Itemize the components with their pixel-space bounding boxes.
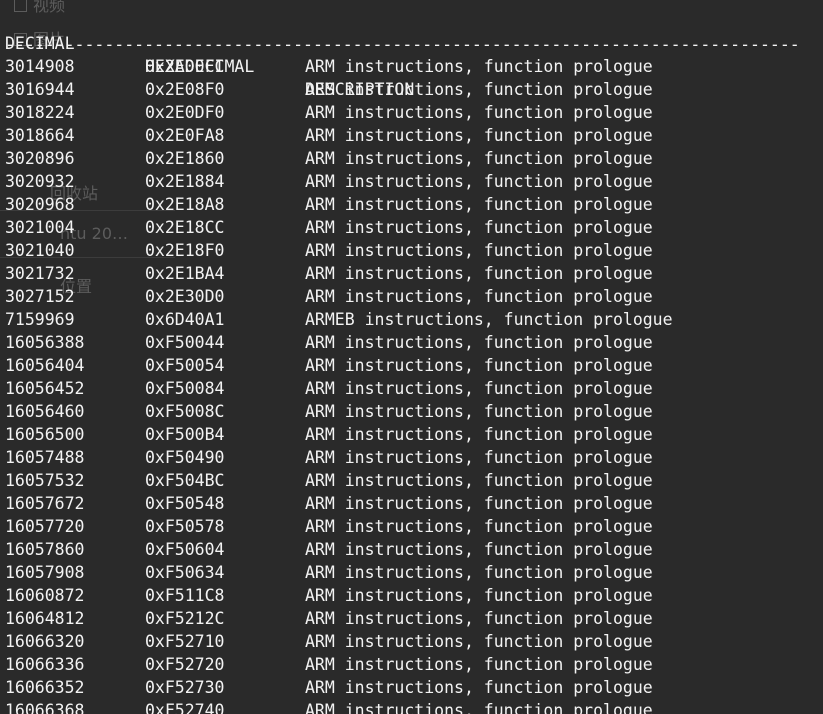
cell-hexadecimal: 0xF52710	[145, 632, 225, 651]
cell-hexadecimal: 0xF50578	[145, 517, 225, 536]
cell-hexadecimal: 0xF52730	[145, 678, 225, 697]
cell-description: ARM instructions, function prologue	[305, 172, 653, 191]
cell-description: ARM instructions, function prologue	[305, 287, 653, 306]
cell-description: ARM instructions, function prologue	[305, 218, 653, 237]
cell-description: ARM instructions, function prologue	[305, 678, 653, 697]
cell-description: ARM instructions, function prologue	[305, 517, 653, 536]
cell-description: ARM instructions, function prologue	[305, 540, 653, 559]
cell-description: ARM instructions, function prologue	[305, 195, 653, 214]
cell-hexadecimal: 0xF511C8	[145, 586, 225, 605]
cell-decimal: 3020932	[5, 172, 75, 191]
cell-hexadecimal: 0x2E18F0	[145, 241, 225, 260]
cell-decimal: 3021004	[5, 218, 75, 237]
cell-description: ARM instructions, function prologue	[305, 356, 653, 375]
cell-decimal: 3020896	[5, 149, 75, 168]
cell-description: ARM instructions, function prologue	[305, 80, 653, 99]
cell-description: ARM instructions, function prologue	[305, 494, 653, 513]
cell-hexadecimal: 0xF50044	[145, 333, 225, 352]
cell-decimal: 16066368	[5, 701, 85, 714]
cell-description: ARM instructions, function prologue	[305, 149, 653, 168]
cell-decimal: 3014908	[5, 57, 75, 76]
cell-decimal: 16057532	[5, 471, 85, 490]
cell-hexadecimal: 0xF50548	[145, 494, 225, 513]
cell-decimal: 3016944	[5, 80, 75, 99]
cell-decimal: 16056460	[5, 402, 85, 421]
cell-hexadecimal: 0x6D40A1	[145, 310, 225, 329]
cell-decimal: 16056388	[5, 333, 85, 352]
cell-decimal: 16056452	[5, 379, 85, 398]
cell-decimal: 7159969	[5, 310, 75, 329]
cell-decimal: 16064812	[5, 609, 85, 628]
cell-description: ARM instructions, function prologue	[305, 264, 653, 283]
cell-decimal: 16066336	[5, 655, 85, 674]
cell-decimal: 3020968	[5, 195, 75, 214]
cell-hexadecimal: 0xF50054	[145, 356, 225, 375]
cell-description: ARM instructions, function prologue	[305, 57, 653, 76]
cell-decimal: 3027152	[5, 287, 75, 306]
cell-decimal: 3018664	[5, 126, 75, 145]
cell-hexadecimal: 0xF50084	[145, 379, 225, 398]
cell-hexadecimal: 0x2E0DF0	[145, 103, 225, 122]
cell-decimal: 16057908	[5, 563, 85, 582]
cell-description: ARM instructions, function prologue	[305, 126, 653, 145]
cell-description: ARM instructions, function prologue	[305, 563, 653, 582]
terminal-window[interactable]: 视频 图片 回收站 ntu 20… 位置 DECIMAL HEXADECIMAL…	[0, 0, 823, 714]
cell-decimal: 16056500	[5, 425, 85, 444]
cell-hexadecimal: 0x2E1860	[145, 149, 225, 168]
cell-description: ARM instructions, function prologue	[305, 448, 653, 467]
cell-decimal: 16057488	[5, 448, 85, 467]
cell-description: ARM instructions, function prologue	[305, 609, 653, 628]
cell-hexadecimal: 0xF50604	[145, 540, 225, 559]
header-divider: ----------------------------------------…	[5, 35, 800, 54]
cell-description: ARM instructions, function prologue	[305, 379, 653, 398]
cell-description: ARM instructions, function prologue	[305, 701, 653, 714]
cell-description: ARM instructions, function prologue	[305, 586, 653, 605]
cell-decimal: 16066320	[5, 632, 85, 651]
cell-decimal: 3018224	[5, 103, 75, 122]
cell-hexadecimal: 0xF52720	[145, 655, 225, 674]
cell-description: ARM instructions, function prologue	[305, 333, 653, 352]
cell-hexadecimal: 0x2E1884	[145, 172, 225, 191]
cell-description: ARM instructions, function prologue	[305, 402, 653, 421]
cell-description: ARM instructions, function prologue	[305, 655, 653, 674]
cell-hexadecimal: 0x2E0FA8	[145, 126, 225, 145]
cell-description: ARM instructions, function prologue	[305, 425, 653, 444]
cell-hexadecimal: 0xF52740	[145, 701, 225, 714]
cell-description: ARM instructions, function prologue	[305, 632, 653, 651]
cell-hexadecimal: 0xF50634	[145, 563, 225, 582]
cell-hexadecimal: 0x2E1BA4	[145, 264, 225, 283]
cell-hexadecimal: 0x2E30D0	[145, 287, 225, 306]
cell-description: ARM instructions, function prologue	[305, 103, 653, 122]
cell-hexadecimal: 0xF5212C	[145, 609, 225, 628]
cell-hexadecimal: 0x2E18A8	[145, 195, 225, 214]
cell-hexadecimal: 0xF500B4	[145, 425, 225, 444]
cell-hexadecimal: 0xF50490	[145, 448, 225, 467]
cell-decimal: 16057672	[5, 494, 85, 513]
column-header-row: DECIMAL HEXADECIMAL DESCRIPTION	[5, 9, 414, 99]
cell-hexadecimal: 0x2E08F0	[145, 80, 225, 99]
cell-hexadecimal: 0xF5008C	[145, 402, 225, 421]
cell-decimal: 16057860	[5, 540, 85, 559]
cell-decimal: 16066352	[5, 678, 85, 697]
cell-hexadecimal: 0xF504BC	[145, 471, 225, 490]
cell-hexadecimal: 0x2E18CC	[145, 218, 225, 237]
cell-decimal: 16056404	[5, 356, 85, 375]
cell-description: ARMEB instructions, function prologue	[305, 310, 673, 329]
cell-description: ARM instructions, function prologue	[305, 241, 653, 260]
cell-hexadecimal: 0x2E00FC	[145, 57, 225, 76]
cell-decimal: 16060872	[5, 586, 85, 605]
cell-decimal: 16057720	[5, 517, 85, 536]
cell-decimal: 3021732	[5, 264, 75, 283]
cell-description: ARM instructions, function prologue	[305, 471, 653, 490]
cell-decimal: 3021040	[5, 241, 75, 260]
